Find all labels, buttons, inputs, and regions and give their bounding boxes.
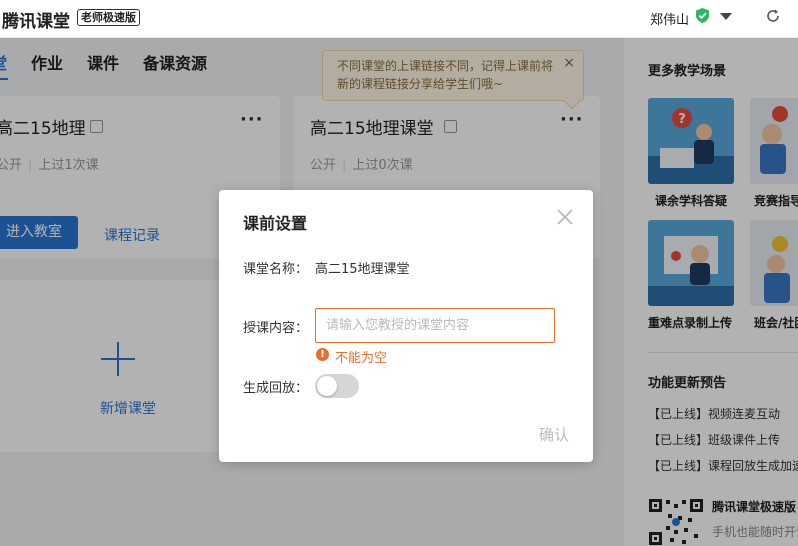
content-input[interactable] [315,308,555,343]
refresh-icon[interactable] [765,8,781,24]
toggle-knob [317,376,337,396]
app-title: 腾讯课堂 [2,12,70,32]
close-icon[interactable] [556,208,574,226]
content-label: 授课内容： [243,321,309,336]
confirm-button[interactable]: 确认 [539,424,569,445]
replay-toggle[interactable] [315,374,359,398]
user-menu-chevron-down-icon[interactable] [720,13,732,20]
class-name-label: 课堂名称： [243,262,309,277]
class-name-value: 高二15地理课堂 [315,262,410,277]
error-icon: ! [316,348,329,361]
user-name[interactable]: 郑伟山 [650,9,689,28]
pre-class-settings-dialog: 课前设置 课堂名称： 高二15地理课堂 授课内容： ! 不能为空 生成回放： 确… [219,190,593,462]
edition-badge: 老师极速版 [77,9,140,26]
verified-shield-icon [696,8,709,23]
title-bar: 腾讯课堂 老师极速版 郑伟山 [0,0,798,38]
replay-label: 生成回放： [243,381,309,396]
error-message: 不能为空 [335,351,388,366]
dialog-title: 课前设置 [243,214,308,233]
